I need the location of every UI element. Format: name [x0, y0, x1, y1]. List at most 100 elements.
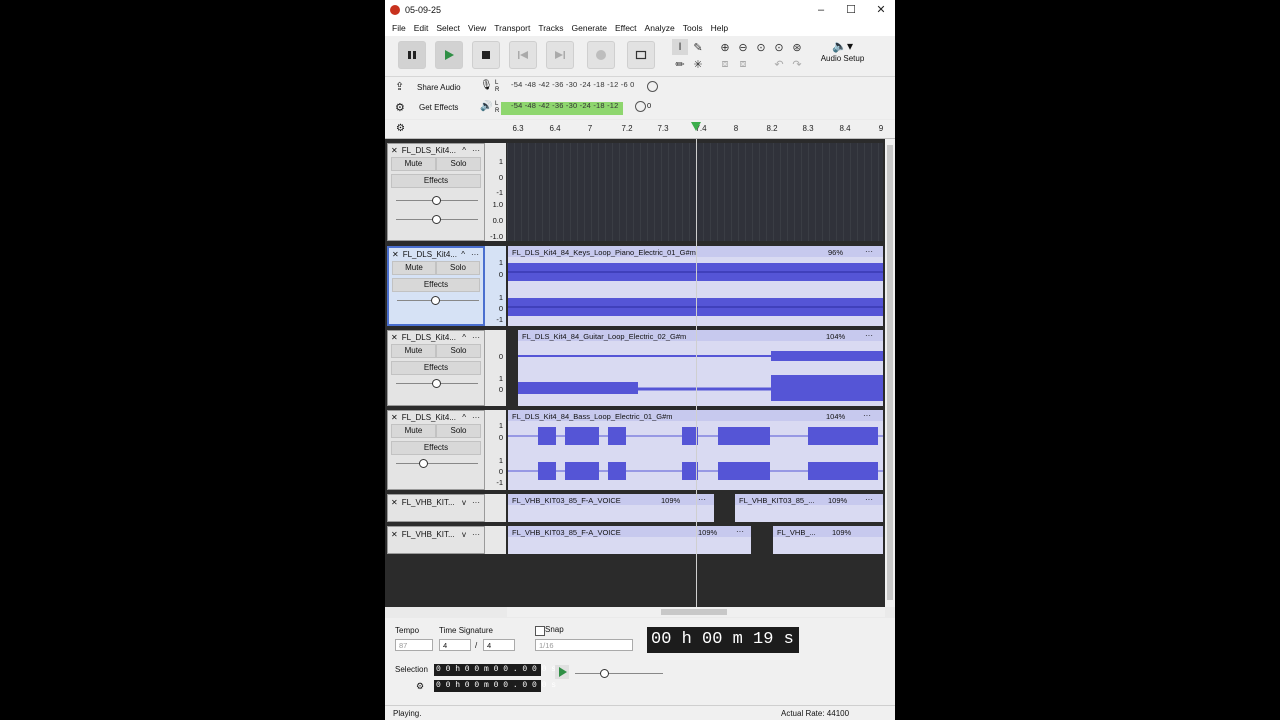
gain-slider-knob[interactable]: [431, 296, 440, 305]
horizontal-scrollbar[interactable]: [507, 607, 885, 617]
audio-clip[interactable]: FL_DLS_Kit4_84_Guitar_Loop_Electric_02_G…: [518, 330, 883, 406]
empty-track-region[interactable]: [507, 143, 883, 241]
silence-icon[interactable]: ⧈: [735, 56, 751, 72]
track-name[interactable]: FL_DLS_Kit4...: [402, 146, 463, 155]
effects-button[interactable]: Effects: [391, 361, 481, 375]
skip-to-end-button[interactable]: [546, 41, 574, 69]
solo-button[interactable]: Solo: [436, 424, 481, 438]
selection-start[interactable]: 0 0 h 0 0 m 0 0 . 0 0 0 s: [434, 664, 556, 676]
multi-tool-icon[interactable]: ✳: [690, 56, 706, 72]
vertical-scale[interactable]: [485, 526, 506, 554]
track-menu-icon[interactable]: ···: [471, 250, 479, 259]
clip-menu-icon[interactable]: ···: [865, 495, 873, 504]
playback-speed-knob[interactable]: [600, 669, 609, 678]
vertical-scroll-thumb[interactable]: [887, 145, 893, 600]
close-track-icon[interactable]: ✕: [391, 498, 398, 507]
zoom-in-icon[interactable]: ⊕: [717, 39, 733, 55]
time-signature-denominator[interactable]: 4: [483, 639, 515, 651]
menu-edit[interactable]: Edit: [414, 23, 429, 33]
time-display[interactable]: 00 h 00 m 19 s: [647, 627, 799, 653]
mute-button[interactable]: Mute: [391, 157, 436, 171]
track-name[interactable]: FL_DLS_Kit4...: [402, 333, 463, 342]
play-button[interactable]: [435, 41, 463, 69]
pause-button[interactable]: [398, 41, 426, 69]
undo-icon[interactable]: ↶: [771, 56, 787, 72]
close-track-icon[interactable]: ✕: [391, 333, 398, 342]
record-level-knob-icon[interactable]: [647, 81, 658, 92]
track-control-panel[interactable]: ✕ FL_VHB_KIT... v ···: [387, 494, 485, 522]
share-audio-icon[interactable]: ⇪: [395, 80, 404, 93]
menu-tools[interactable]: Tools: [683, 23, 703, 33]
audio-setup-button[interactable]: 🔈▾ Audio Setup: [815, 39, 870, 73]
draw-tool-icon[interactable]: ✏: [672, 56, 688, 72]
collapse-icon[interactable]: ^: [462, 413, 466, 422]
envelope-tool-icon[interactable]: ✎: [690, 39, 706, 55]
fit-project-icon[interactable]: ⊙: [771, 39, 787, 55]
solo-button[interactable]: Solo: [436, 261, 480, 275]
collapse-icon[interactable]: ^: [462, 146, 466, 155]
vertical-scale[interactable]: 1 0 -1 1.0 0.0 -1.0: [485, 143, 506, 241]
close-track-icon[interactable]: ✕: [391, 530, 398, 539]
timeline-ruler[interactable]: ⚙ 6.3 6.4 7 7.2 7.3 7.4 8 8.2 8.3 8.4 9: [385, 120, 895, 139]
get-effects-button[interactable]: Get Effects: [419, 103, 458, 112]
vertical-scale[interactable]: [485, 494, 506, 522]
audio-clip[interactable]: FL_VHB_KIT03_85_F-A_VOICE 109% ···: [508, 494, 714, 522]
track-menu-icon[interactable]: ···: [472, 498, 480, 507]
close-track-icon[interactable]: ✕: [392, 250, 399, 259]
close-button[interactable]: ✕: [866, 0, 895, 20]
tempo-input[interactable]: 87: [395, 639, 433, 651]
fit-selection-icon[interactable]: ⊙: [753, 39, 769, 55]
track-menu-icon[interactable]: ···: [472, 333, 480, 342]
trim-icon[interactable]: ⧈: [717, 56, 733, 72]
zoom-out-icon[interactable]: ⊖: [735, 39, 751, 55]
record-button[interactable]: [587, 41, 615, 69]
effects-button[interactable]: Effects: [392, 278, 480, 292]
audio-clip[interactable]: FL_VHB_KIT03_85_F-A_VOICE 109% ···: [508, 526, 751, 554]
expand-icon[interactable]: v: [462, 498, 466, 507]
record-meter-ticks[interactable]: -54 -48 -42 -36 -30 -24 -18 -12 -6 0: [511, 80, 635, 89]
stop-button[interactable]: [472, 41, 500, 69]
get-effects-icon[interactable]: ⚙: [395, 101, 405, 114]
playback-speed-slider[interactable]: [575, 673, 663, 674]
collapse-icon[interactable]: ^: [461, 250, 465, 259]
track-name[interactable]: FL_DLS_Kit4...: [402, 413, 463, 422]
pan-slider-knob[interactable]: [432, 215, 441, 224]
effects-button[interactable]: Effects: [391, 174, 481, 188]
playhead-marker-icon[interactable]: [691, 122, 701, 131]
menu-analyze[interactable]: Analyze: [645, 23, 675, 33]
track-control-panel[interactable]: ✕ FL_DLS_Kit4... ^ ··· Mute Solo Effects: [387, 246, 485, 326]
track-menu-icon[interactable]: ···: [472, 146, 480, 155]
clip-name[interactable]: FL_VHB_...: [777, 528, 816, 537]
redo-icon[interactable]: ↷: [789, 56, 805, 72]
maximize-button[interactable]: ☐: [836, 0, 866, 20]
gain-slider-knob[interactable]: [432, 379, 441, 388]
selection-settings-icon[interactable]: ⚙: [416, 681, 424, 692]
track-name[interactable]: FL_VHB_KIT...: [402, 530, 462, 539]
menu-help[interactable]: Help: [711, 23, 728, 33]
menu-view[interactable]: View: [468, 23, 486, 33]
horizontal-scroll-thumb[interactable]: [661, 609, 727, 615]
track-area[interactable]: ✕ FL_DLS_Kit4... ^ ··· Mute Solo Effects 1 0…: [385, 139, 885, 607]
play-level-knob-icon[interactable]: [635, 101, 646, 112]
clip-name[interactable]: FL_VHB_KIT03_85_...: [739, 496, 814, 505]
gain-slider-knob[interactable]: [432, 196, 441, 205]
track-control-panel[interactable]: ✕ FL_VHB_KIT... v ···: [387, 526, 485, 554]
gain-slider[interactable]: [396, 463, 478, 464]
track-menu-icon[interactable]: ···: [472, 413, 480, 422]
audio-clip[interactable]: FL_VHB_... 109%: [773, 526, 883, 554]
menu-file[interactable]: File: [392, 23, 406, 33]
close-track-icon[interactable]: ✕: [391, 413, 398, 422]
menu-effect[interactable]: Effect: [615, 23, 637, 33]
menu-transport[interactable]: Transport: [494, 23, 530, 33]
zoom-toggle-icon[interactable]: ⊛: [789, 39, 805, 55]
mute-button[interactable]: Mute: [392, 261, 436, 275]
track-name[interactable]: FL_DLS_Kit4...: [403, 250, 462, 259]
clip-name[interactable]: FL_VHB_KIT03_85_F-A_VOICE: [512, 496, 621, 505]
clip-menu-icon[interactable]: ···: [698, 495, 706, 504]
audio-clip[interactable]: FL_VHB_KIT03_85_... 109% ···: [735, 494, 883, 522]
gain-slider-knob[interactable]: [419, 459, 428, 468]
track-name[interactable]: FL_VHB_KIT...: [402, 498, 462, 507]
play-meter-ticks[interactable]: -54 -48 -42 -36 -30 -24 -18 -12: [511, 101, 619, 110]
clip-name[interactable]: FL_VHB_KIT03_85_F-A_VOICE: [512, 528, 621, 537]
collapse-icon[interactable]: ^: [462, 333, 466, 342]
